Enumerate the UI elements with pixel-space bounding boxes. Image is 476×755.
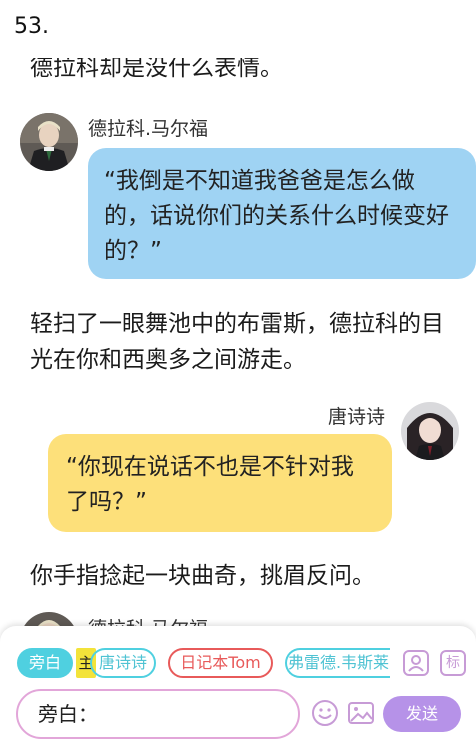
tag-button[interactable]: 标 [440,650,466,676]
role-chip-narrator[interactable]: 旁白 [17,648,73,678]
person-card-icon[interactable] [403,650,429,676]
speaker-name: 德拉科.马尔福 [88,118,209,140]
role-selector: 旁白 主 唐诗诗 日记本Tom 弗雷德.韦斯莱 [0,648,390,680]
message-bubble: “我倒是不知道我爸爸是怎么做的，话说你们的关系什么时候变好的？” [88,148,476,279]
avatar-tangshishi[interactable] [401,402,459,460]
speaker-name: 唐诗诗 [328,406,386,428]
role-chip-fred[interactable]: 弗雷德.韦斯莱 [285,648,390,678]
role-chip-tangshishi[interactable]: 唐诗诗 [90,648,156,678]
message-bubble: “你现在说话不也是不针对我了吗？” [48,434,392,532]
chapter-header: 53. [0,0,476,58]
role-chip-tom[interactable]: 日记本Tom [168,648,273,678]
smiley-icon[interactable] [311,699,339,727]
narration-bottom: 你手指捻起一块曲奇，挑眉反问。 [30,563,375,589]
compose-panel: 旁白 主 唐诗诗 日记本Tom 弗雷德.韦斯莱 标 旁白： 发送 [0,626,476,755]
avatar-draco[interactable] [20,113,78,171]
send-button[interactable]: 发送 [383,696,461,732]
message-input[interactable]: 旁白： [16,689,300,739]
narration-middle: 轻扫了一眼舞池中的布雷斯，德拉科的目光在你和西奥多之间游走。 [30,311,444,373]
image-icon[interactable] [347,699,375,727]
chapter-title: 53. [14,14,49,39]
